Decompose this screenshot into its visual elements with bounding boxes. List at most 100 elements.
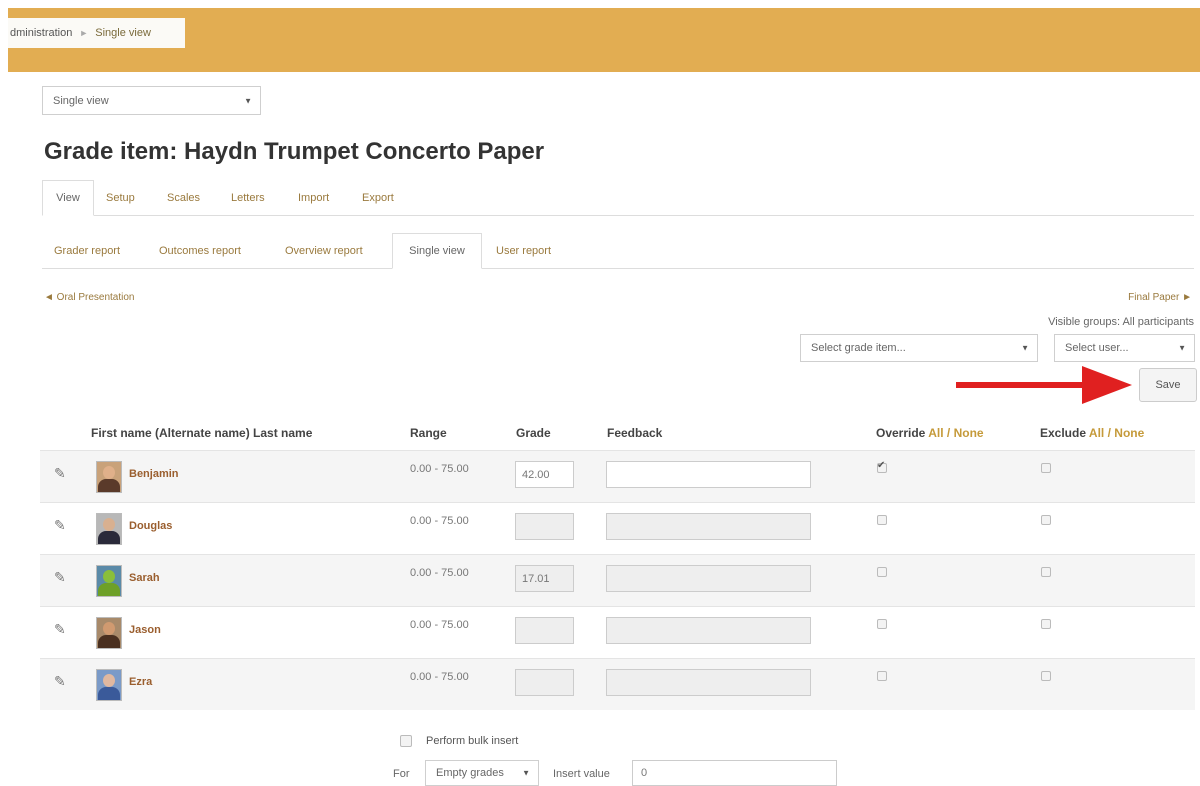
column-header-grade: Grade xyxy=(516,426,551,440)
override-label: Override xyxy=(876,426,926,440)
column-header-feedback: Feedback xyxy=(607,426,663,440)
pencil-icon[interactable]: ✎ xyxy=(54,673,66,690)
override-checkbox[interactable] xyxy=(877,515,887,525)
bulk-for-select-value: Empty grades xyxy=(436,767,504,779)
breadcrumb-parent[interactable]: dministration xyxy=(10,27,72,39)
report-view-select-value: Single view xyxy=(53,94,109,107)
avatar xyxy=(96,513,122,545)
caret-down-icon: ▼ xyxy=(1178,343,1186,353)
grade-range: 0.00 - 75.00 xyxy=(410,463,469,475)
user-name-link[interactable]: Douglas xyxy=(129,520,172,532)
override-checkbox[interactable] xyxy=(877,619,887,629)
tab-single-view[interactable]: Single view xyxy=(392,233,482,269)
tab-view[interactable]: View xyxy=(42,180,94,216)
override-checkbox[interactable] xyxy=(877,460,887,473)
page-title: Grade item: Haydn Trumpet Concerto Paper xyxy=(44,138,545,165)
override-all-link[interactable]: All xyxy=(928,426,943,440)
breadcrumb: dministration ► Single view xyxy=(8,18,185,48)
bulk-for-select[interactable]: Empty grades ▼ xyxy=(425,760,539,786)
exclude-slash: / xyxy=(1104,426,1115,440)
table-row: ✎ Douglas 0.00 - 75.00 xyxy=(40,502,1195,554)
exclude-checkbox[interactable] xyxy=(1041,619,1051,629)
insert-value-label: Insert value xyxy=(553,768,610,780)
report-tabs: Grader report Outcomes report Overview r… xyxy=(42,233,1194,269)
override-slash: / xyxy=(943,426,954,440)
column-header-name[interactable]: First name (Alternate name) Last name xyxy=(91,426,312,440)
main-tabs: View Setup Scales Letters Import Export xyxy=(42,180,1194,216)
grade-input[interactable]: 17.01 xyxy=(515,565,574,592)
avatar xyxy=(96,669,122,701)
exclude-all-link[interactable]: All xyxy=(1089,426,1104,440)
override-checkbox[interactable] xyxy=(877,671,887,681)
user-name-link[interactable]: Ezra xyxy=(129,676,152,688)
grade-input[interactable] xyxy=(515,669,574,696)
tab-letters[interactable]: Letters xyxy=(231,180,265,215)
exclude-checkbox[interactable] xyxy=(1041,567,1051,577)
user-name-link[interactable]: Jason xyxy=(129,624,161,636)
pencil-icon[interactable]: ✎ xyxy=(54,621,66,638)
bulk-insert: Perform bulk insert xyxy=(400,735,518,747)
grade-range: 0.00 - 75.00 xyxy=(410,567,469,579)
exclude-label: Exclude xyxy=(1040,426,1087,440)
exclude-checkbox[interactable] xyxy=(1041,671,1051,681)
pencil-icon[interactable]: ✎ xyxy=(54,569,66,586)
header-bar: dministration ► Single view xyxy=(8,8,1200,72)
table-row: ✎ Ezra 0.00 - 75.00 xyxy=(40,658,1195,710)
grade-range: 0.00 - 75.00 xyxy=(410,619,469,631)
override-checkbox[interactable] xyxy=(877,567,887,577)
caret-down-icon: ▼ xyxy=(522,768,530,778)
caret-down-icon: ▼ xyxy=(1021,343,1029,353)
insert-value-input[interactable]: 0 xyxy=(632,760,837,786)
exclude-checkbox[interactable] xyxy=(1041,463,1051,473)
save-button[interactable]: Save xyxy=(1139,368,1197,402)
user-name-link[interactable]: Sarah xyxy=(129,572,160,584)
table-row: ✎ Sarah 0.00 - 75.00 17.01 xyxy=(40,554,1195,606)
column-header-range: Range xyxy=(410,426,447,440)
bulk-insert-label: Perform bulk insert xyxy=(426,735,519,747)
user-select[interactable]: Select user... ▼ xyxy=(1054,334,1195,362)
tab-setup[interactable]: Setup xyxy=(106,180,135,215)
report-view-select[interactable]: Single view ▼ xyxy=(42,86,261,115)
prev-grade-item-link[interactable]: ◄ Oral Presentation xyxy=(44,292,135,303)
override-none-link[interactable]: None xyxy=(954,426,984,440)
tab-overview-report[interactable]: Overview report xyxy=(285,233,363,268)
user-select-placeholder: Select user... xyxy=(1065,342,1129,354)
feedback-input[interactable] xyxy=(606,461,811,488)
tab-user-report[interactable]: User report xyxy=(496,233,551,268)
next-grade-item-link[interactable]: Final Paper ► xyxy=(1128,292,1192,303)
tab-outcomes-report[interactable]: Outcomes report xyxy=(159,233,241,268)
grade-range: 0.00 - 75.00 xyxy=(410,515,469,527)
grade-input[interactable] xyxy=(515,513,574,540)
exclude-checkbox[interactable] xyxy=(1041,515,1051,525)
exclude-none-link[interactable]: None xyxy=(1114,426,1144,440)
avatar xyxy=(96,617,122,649)
for-label: For xyxy=(393,768,410,780)
avatar xyxy=(96,565,122,597)
pencil-icon[interactable]: ✎ xyxy=(54,517,66,534)
breadcrumb-separator-icon: ► xyxy=(79,28,89,38)
tab-import[interactable]: Import xyxy=(298,180,329,215)
grade-range: 0.00 - 75.00 xyxy=(410,671,469,683)
table-row: ✎ Benjamin 0.00 - 75.00 42.00 xyxy=(40,450,1195,502)
tab-grader-report[interactable]: Grader report xyxy=(54,233,120,268)
user-name-link[interactable]: Benjamin xyxy=(129,468,179,480)
pencil-icon[interactable]: ✎ xyxy=(54,465,66,482)
feedback-input[interactable] xyxy=(606,565,811,592)
grade-input[interactable] xyxy=(515,617,574,644)
grade-item-select[interactable]: Select grade item... ▼ xyxy=(800,334,1038,362)
tab-export[interactable]: Export xyxy=(362,180,394,215)
grade-item-select-placeholder: Select grade item... xyxy=(811,342,906,354)
caret-down-icon: ▼ xyxy=(244,96,252,105)
red-arrow-annotation-icon xyxy=(956,366,1132,404)
column-header-exclude: Exclude All / None xyxy=(1040,426,1144,440)
feedback-input[interactable] xyxy=(606,669,811,696)
feedback-input[interactable] xyxy=(606,617,811,644)
column-header-override: Override All / None xyxy=(876,426,984,440)
breadcrumb-current[interactable]: Single view xyxy=(95,27,151,39)
visible-groups-label: Visible groups: All participants xyxy=(1048,316,1194,328)
grade-input[interactable]: 42.00 xyxy=(515,461,574,488)
bulk-insert-checkbox[interactable] xyxy=(400,735,412,747)
tab-scales[interactable]: Scales xyxy=(167,180,200,215)
feedback-input[interactable] xyxy=(606,513,811,540)
table-row: ✎ Jason 0.00 - 75.00 xyxy=(40,606,1195,658)
